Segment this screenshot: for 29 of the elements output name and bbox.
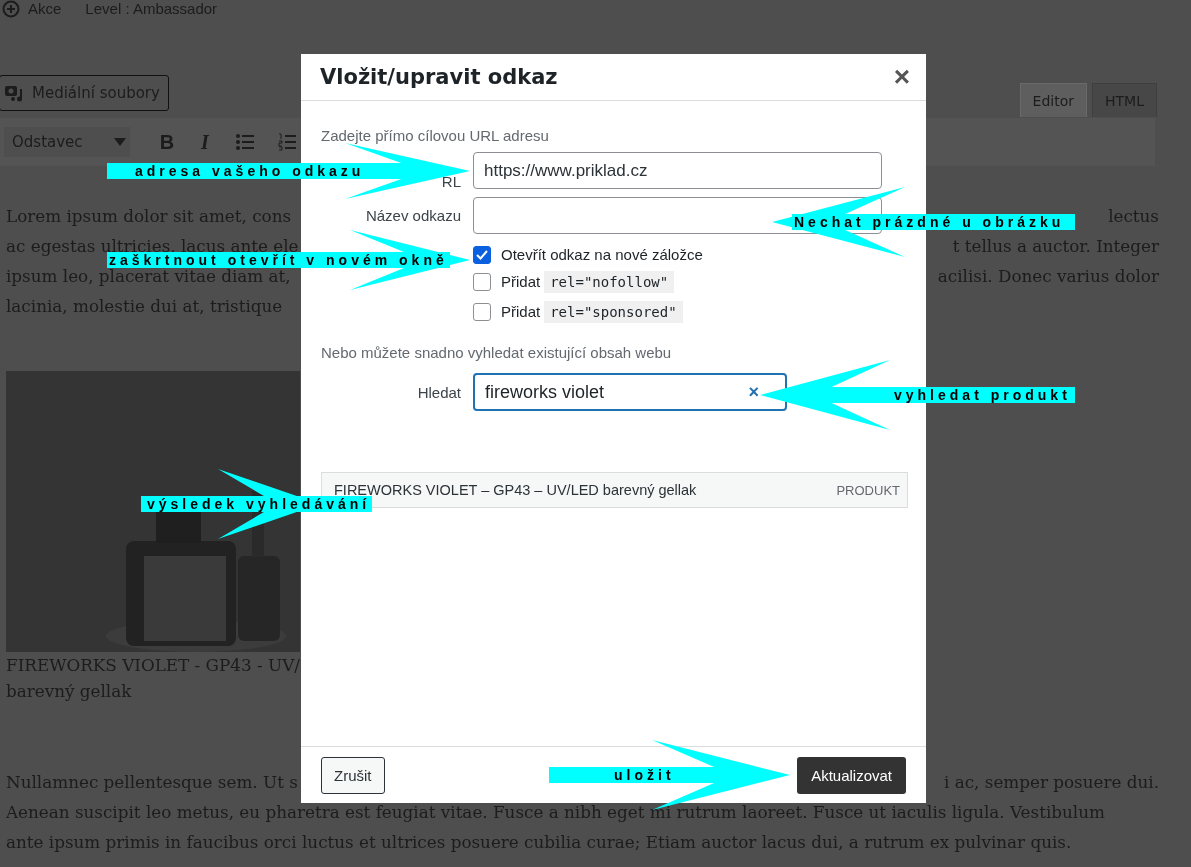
checkbox[interactable] [473, 302, 491, 321]
result-type: PRODUKT [836, 482, 900, 498]
url-field[interactable]: https://www.priklad.cz [473, 152, 882, 189]
section-hint: Zadejte přímo cílovou URL adresu [321, 127, 550, 144]
field-label: Hledat [416, 383, 461, 401]
checkbox-label: Přidat [501, 303, 541, 320]
annotation-label: zaškrtnout otevřít v novém okně [107, 252, 450, 268]
result-title[interactable]: FIREWORKS VIOLET – GP43 – UV/LED barevný gellak [334, 482, 697, 498]
annotation-label: výsledek vyhledávání [145, 496, 373, 512]
caret-icon [114, 138, 126, 146]
field-label: Název odkazu [364, 207, 461, 224]
checkbox[interactable] [473, 245, 491, 264]
search-field[interactable]: fireworks violet × [473, 373, 787, 411]
update-button[interactable]: Aktualizovat [797, 756, 906, 794]
field-label: RL [441, 175, 461, 189]
bullet-list-icon[interactable] [236, 134, 254, 150]
clear-button[interactable]: × [748, 381, 759, 403]
dialog-title: Vložit/upravit odkaz [320, 65, 558, 89]
code-snippet: rel="nofollow" [544, 270, 675, 293]
add-icon [2, 0, 20, 18]
cancel-button[interactable]: Zrušit [321, 756, 385, 794]
section-hint: Nebo můžete snadno vyhledat existující obsah webu [321, 344, 673, 361]
editor-tab[interactable]: Editor [1019, 83, 1088, 117]
close-button[interactable]: × [889, 61, 914, 93]
code-snippet: rel="sponsored" [544, 300, 683, 323]
checkbox-label: Otevřít odkaz na nové záložce [501, 246, 703, 263]
numbered-list-icon[interactable] [278, 133, 296, 151]
checkbox-label: Přidat [501, 273, 541, 290]
checkbox[interactable] [473, 272, 491, 291]
